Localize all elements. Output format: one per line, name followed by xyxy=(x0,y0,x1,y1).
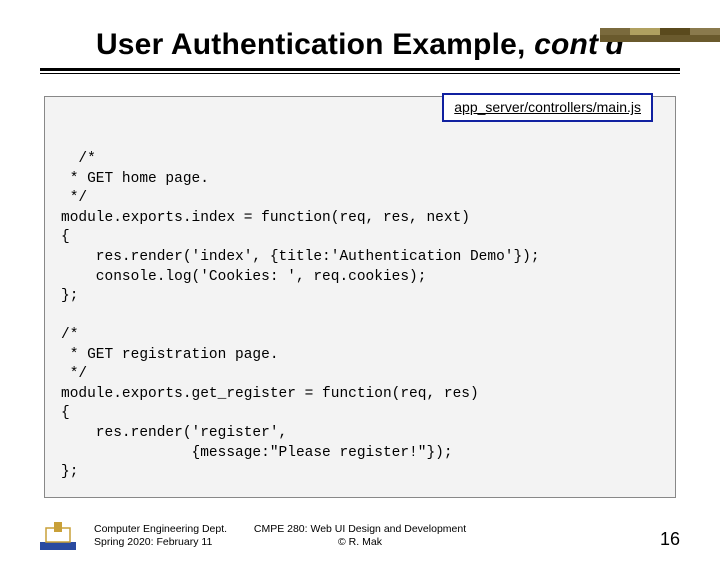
footer-date: Spring 2020: February 11 xyxy=(94,536,227,550)
university-logo-icon xyxy=(40,520,76,550)
code-block: app_server/controllers/main.js /* * GET … xyxy=(44,96,676,498)
file-badge: app_server/controllers/main.js xyxy=(442,93,653,122)
footer-left: Computer Engineering Dept. Spring 2020: … xyxy=(94,523,227,550)
title-rule xyxy=(40,68,680,74)
footer-dept: Computer Engineering Dept. xyxy=(94,523,227,537)
slide-title: User Authentication Example, cont'd xyxy=(30,28,690,62)
footer: Computer Engineering Dept. Spring 2020: … xyxy=(0,520,720,550)
footer-author: © R. Mak xyxy=(254,536,466,550)
corner-accent xyxy=(600,28,720,42)
title-main: User Authentication Example, xyxy=(96,28,534,61)
footer-course: CMPE 280: Web UI Design and Development xyxy=(254,523,466,537)
code-content: /* * GET home page. */ module.exports.in… xyxy=(61,151,540,480)
footer-center: CMPE 280: Web UI Design and Development … xyxy=(254,523,466,550)
